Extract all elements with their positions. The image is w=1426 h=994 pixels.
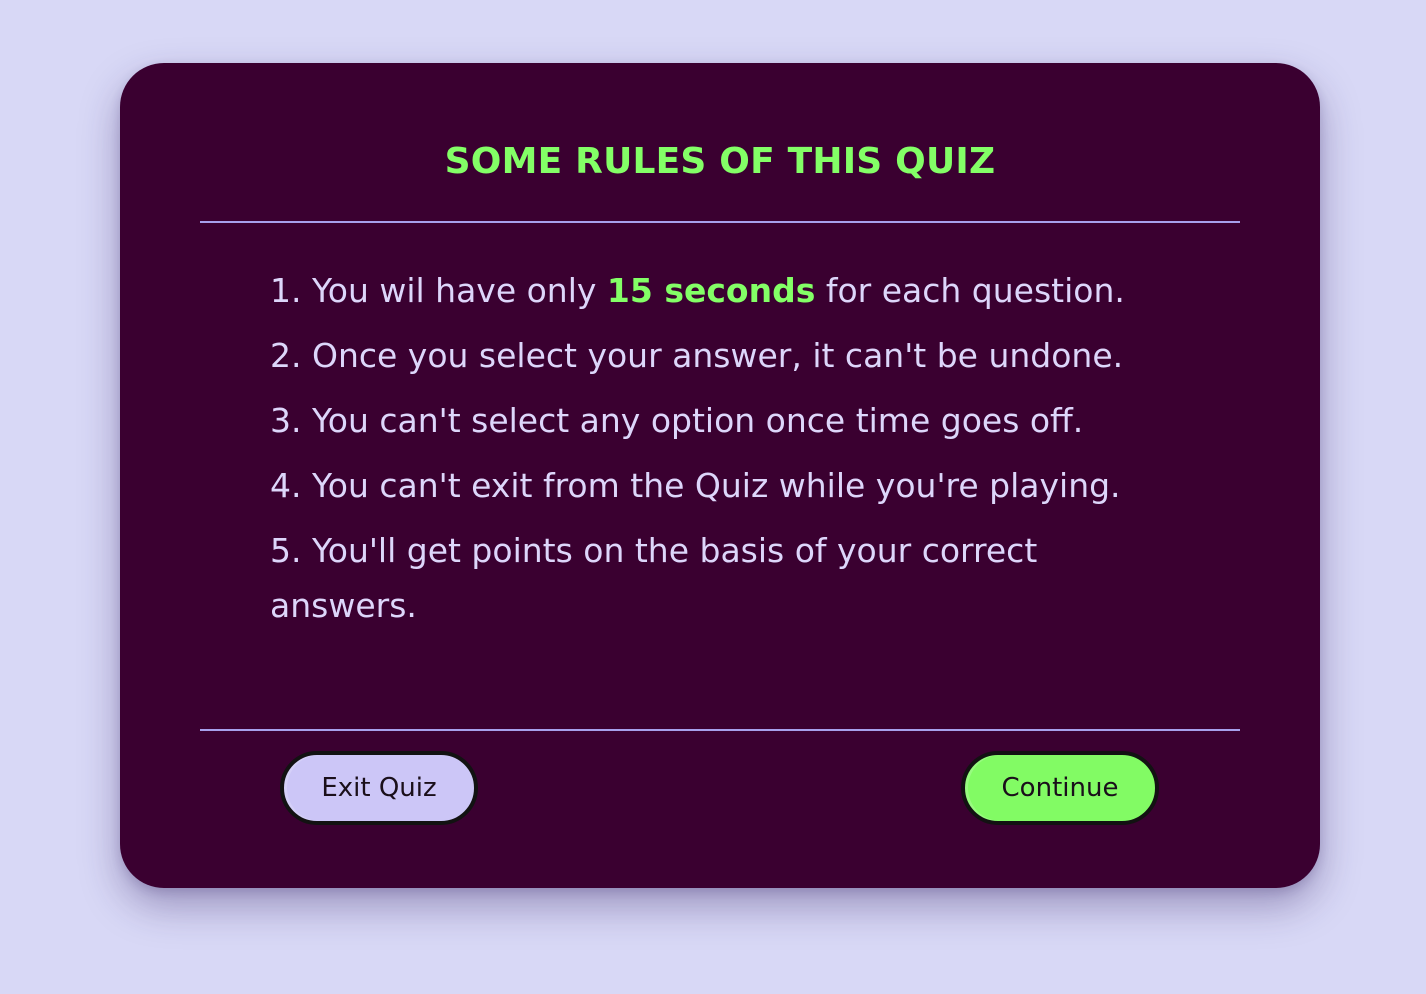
bottom-divider [200,729,1240,731]
rule-item-5: 5. You'll get points on the basis of you… [270,531,1038,625]
top-divider [200,221,1240,223]
rule-1-prefix: 1. You wil have only [270,271,607,310]
rule-item-4: 4. You can't exit from the Quiz while yo… [270,466,1121,505]
modal-title: SOME RULES OF THIS QUIZ [444,141,996,182]
rule-1-suffix: for each question. [815,271,1125,310]
continue-button[interactable]: Continue [961,751,1159,825]
exit-quiz-button[interactable]: Exit Quiz [280,751,478,825]
rules-modal: SOME RULES OF THIS QUIZ 1. You wil have … [120,63,1320,888]
rule-item-2: 2. Once you select your answer, it can't… [270,336,1124,375]
rule-item-1: 1. You wil have only 15 seconds for each… [270,263,1190,318]
rules-list: 1. You wil have only 15 seconds for each… [270,263,1190,643]
rule-1-highlight: 15 seconds [606,271,816,310]
rule-item-3: 3. You can't select any option once time… [270,401,1084,440]
